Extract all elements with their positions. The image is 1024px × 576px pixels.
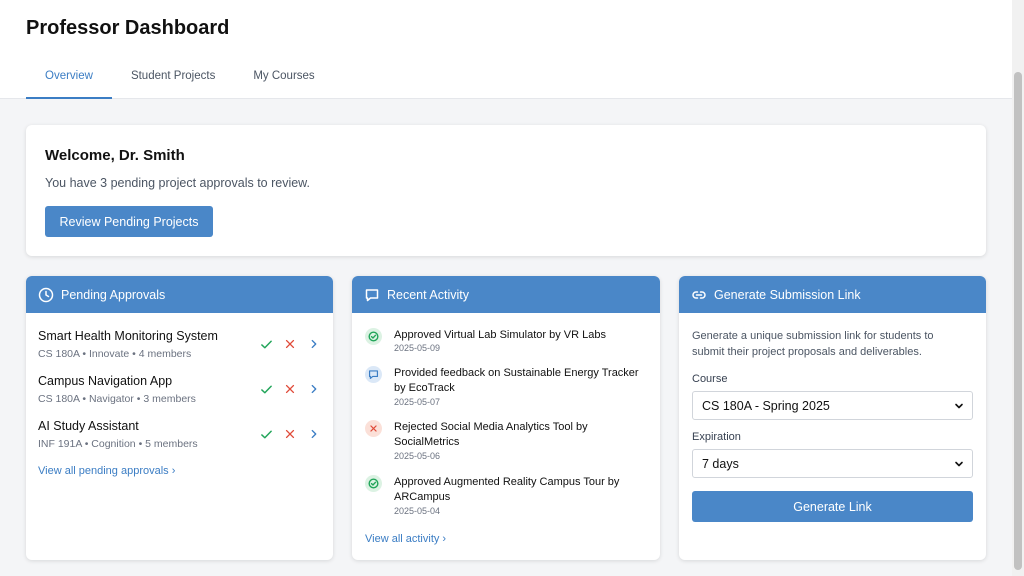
project-name: Smart Health Monitoring System bbox=[38, 329, 218, 343]
page-title: Professor Dashboard bbox=[26, 17, 230, 39]
approve-icon[interactable] bbox=[259, 427, 273, 441]
submission-link-header: Generate Submission Link bbox=[679, 276, 986, 313]
x-circle-icon bbox=[365, 420, 382, 437]
top-header: Professor Dashboard Overview Student Pro… bbox=[0, 0, 1012, 99]
approve-icon[interactable] bbox=[259, 382, 273, 396]
chevron-right-icon[interactable] bbox=[307, 382, 321, 396]
welcome-title: Welcome, Dr. Smith bbox=[45, 147, 185, 164]
tab-overview[interactable]: Overview bbox=[26, 58, 112, 99]
check-circle-icon bbox=[365, 328, 382, 345]
course-label: Course bbox=[692, 373, 728, 385]
generate-link-button[interactable]: Generate Link bbox=[692, 491, 973, 522]
submission-description: Generate a unique submission link for st… bbox=[692, 330, 934, 358]
expiration-select[interactable]: 7 days bbox=[692, 449, 973, 478]
reject-icon[interactable] bbox=[283, 337, 297, 351]
check-circle-icon bbox=[365, 475, 382, 492]
submission-link-panel: Generate Submission Link Generate a uniq… bbox=[679, 276, 986, 560]
recent-activity-title: Recent Activity bbox=[387, 287, 469, 302]
approval-item: Smart Health Monitoring System CS 180A •… bbox=[38, 329, 321, 365]
activity-date: 2025-05-09 bbox=[394, 343, 441, 353]
expiration-value: 7 days bbox=[702, 456, 739, 471]
welcome-card: Welcome, Dr. Smith You have 3 pending pr… bbox=[26, 125, 986, 256]
tab-my-courses[interactable]: My Courses bbox=[234, 58, 333, 99]
activity-item: Approved Virtual Lab Simulator by VR Lab… bbox=[365, 328, 647, 358]
activity-text: Provided feedback on Sustainable Energy … bbox=[394, 367, 639, 394]
chevron-down-icon bbox=[955, 461, 963, 467]
view-all-pending-link[interactable]: View all pending approvals › bbox=[38, 465, 175, 477]
activity-text: Approved Augmented Reality Campus Tour b… bbox=[394, 476, 620, 503]
chevron-right-icon[interactable] bbox=[307, 427, 321, 441]
course-value: CS 180A - Spring 2025 bbox=[702, 398, 830, 413]
view-all-activity-link[interactable]: View all activity › bbox=[365, 533, 446, 545]
expiration-label: Expiration bbox=[692, 431, 741, 443]
activity-text: Approved Virtual Lab Simulator by VR Lab… bbox=[394, 329, 606, 341]
reject-icon[interactable] bbox=[283, 382, 297, 396]
link-icon bbox=[692, 290, 706, 299]
clock-icon bbox=[38, 287, 54, 302]
activity-date: 2025-05-04 bbox=[394, 506, 441, 516]
pending-approvals-header: Pending Approvals bbox=[26, 276, 333, 313]
message-icon bbox=[365, 288, 379, 301]
activity-item: Approved Augmented Reality Campus Tour b… bbox=[365, 475, 647, 520]
course-select[interactable]: CS 180A - Spring 2025 bbox=[692, 391, 973, 420]
pending-approvals-panel: Pending Approvals Smart Health Monitorin… bbox=[26, 276, 333, 560]
activity-item: Rejected Social Media Analytics Tool by … bbox=[365, 420, 647, 465]
tab-student-projects[interactable]: Student Projects bbox=[112, 58, 234, 99]
activity-date: 2025-05-07 bbox=[394, 397, 441, 407]
tab-bar: Overview Student Projects My Courses bbox=[26, 58, 334, 99]
scrollbar[interactable] bbox=[1012, 0, 1024, 576]
recent-activity-header: Recent Activity bbox=[352, 276, 660, 313]
chevron-right-icon[interactable] bbox=[307, 337, 321, 351]
recent-activity-panel: Recent Activity Approved Virtual Lab Sim… bbox=[352, 276, 660, 560]
project-meta: CS 180A • Innovate • 4 members bbox=[38, 348, 192, 360]
project-name: AI Study Assistant bbox=[38, 419, 139, 433]
activity-text: Rejected Social Media Analytics Tool by … bbox=[394, 421, 588, 448]
approve-icon[interactable] bbox=[259, 337, 273, 351]
project-meta: CS 180A • Navigator • 3 members bbox=[38, 393, 196, 405]
review-pending-projects-button[interactable]: Review Pending Projects bbox=[45, 206, 213, 237]
welcome-message: You have 3 pending project approvals to … bbox=[45, 176, 310, 190]
chevron-down-icon bbox=[955, 403, 963, 409]
approval-item: AI Study Assistant INF 191A • Cognition … bbox=[38, 419, 321, 455]
reject-icon[interactable] bbox=[283, 427, 297, 441]
submission-link-title: Generate Submission Link bbox=[714, 287, 861, 302]
project-meta: INF 191A • Cognition • 5 members bbox=[38, 438, 198, 450]
scrollbar-thumb[interactable] bbox=[1014, 72, 1022, 570]
project-name: Campus Navigation App bbox=[38, 374, 173, 388]
comment-icon bbox=[365, 366, 382, 383]
activity-date: 2025-05-06 bbox=[394, 451, 441, 461]
activity-item: Provided feedback on Sustainable Energy … bbox=[365, 366, 647, 411]
pending-approvals-title: Pending Approvals bbox=[61, 287, 166, 302]
approval-item: Campus Navigation App CS 180A • Navigato… bbox=[38, 374, 321, 410]
